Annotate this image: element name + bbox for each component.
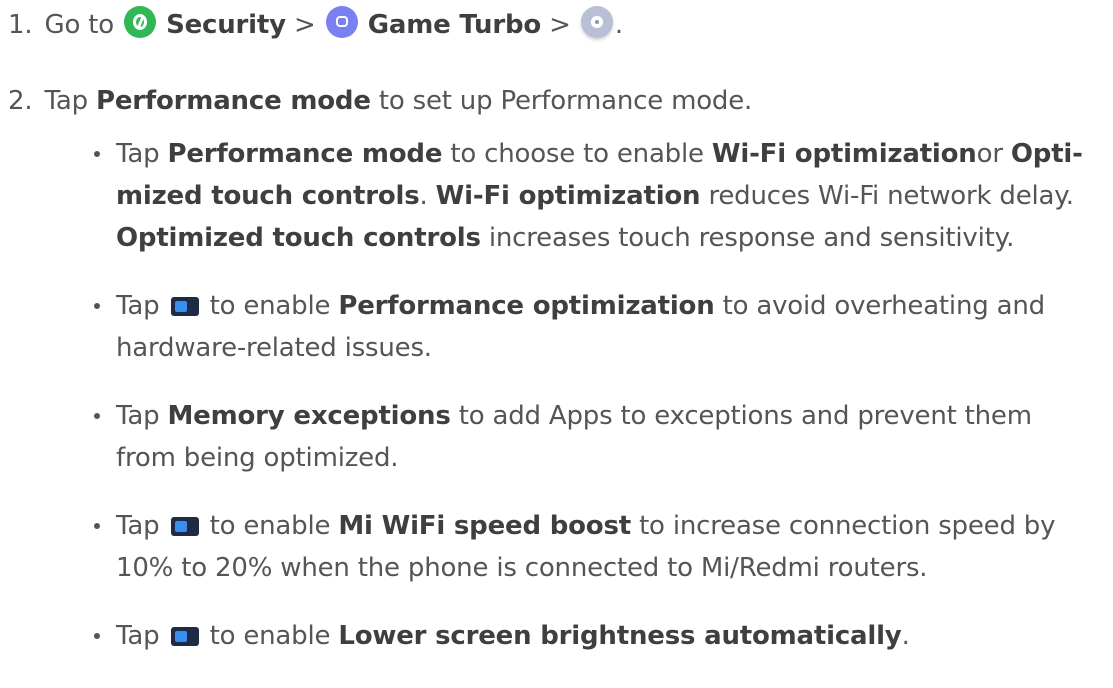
text: . bbox=[419, 181, 428, 211]
text: 10% to 20% when the phone is connected t… bbox=[116, 553, 928, 583]
text: to choose to enable bbox=[450, 139, 704, 169]
game-turbo-app-icon bbox=[325, 6, 358, 38]
performance-mode-label: Performance mode bbox=[167, 139, 443, 169]
list-item: Tap to enable Lower screen brightness au… bbox=[90, 615, 1105, 657]
lower-brightness-label: Lower screen brightness automatically bbox=[338, 621, 902, 651]
text: to add Apps to exceptions and prevent th… bbox=[458, 401, 1032, 431]
toggle-switch-icon bbox=[170, 297, 199, 316]
bullet-dot bbox=[94, 413, 100, 419]
bullet-dot bbox=[94, 303, 100, 309]
list-item: Tap Memory exceptions to add Apps to exc… bbox=[90, 395, 1105, 479]
bullet-dot bbox=[94, 151, 100, 157]
path-separator: > bbox=[549, 10, 571, 40]
text: Tap bbox=[116, 511, 160, 541]
performance-options-list: Tap Performance mode to choose to enable… bbox=[90, 133, 1105, 683]
instructions-page: 1. Go to Security > Game Turbo > . 2. Ta… bbox=[0, 0, 1113, 688]
text: reduces Wi-Fi network delay. bbox=[708, 181, 1074, 211]
optimized-touch-label: mized touch controls bbox=[116, 181, 420, 211]
security-app-icon bbox=[124, 6, 156, 38]
step-text: Tap bbox=[44, 86, 89, 116]
step-number: 1. bbox=[8, 10, 33, 40]
step-text: to set up Performance mode. bbox=[378, 86, 753, 116]
text: to increase connection speed by bbox=[639, 511, 1056, 541]
bullet-dot bbox=[94, 633, 100, 639]
list-item: Tap to enable Performance optimization t… bbox=[90, 285, 1105, 369]
performance-optimization-label: Performance optimization bbox=[338, 291, 715, 321]
step-text: Go to bbox=[44, 10, 115, 40]
step-end: . bbox=[614, 10, 623, 40]
step-number: 2. bbox=[8, 86, 33, 116]
optimized-touch-label: Optimized touch controls bbox=[116, 223, 481, 253]
text: to enable bbox=[209, 511, 331, 541]
wifi-optimization-label: Wi-Fi optimization bbox=[711, 139, 977, 169]
toggle-switch-icon bbox=[170, 627, 199, 646]
step-1: 1. Go to Security > Game Turbo > . bbox=[8, 4, 623, 46]
optimized-touch-label: Opti- bbox=[1010, 139, 1083, 169]
wifi-optimization-label: Wi-Fi optimization bbox=[435, 181, 701, 211]
list-item: Tap to enable Mi WiFi speed boost to inc… bbox=[90, 505, 1105, 589]
settings-gear-icon bbox=[580, 6, 613, 38]
memory-exceptions-label: Memory exceptions bbox=[167, 401, 451, 431]
text: Tap bbox=[116, 621, 160, 651]
text: Tap bbox=[116, 401, 160, 431]
security-label: Security bbox=[166, 10, 286, 40]
text: or bbox=[976, 139, 1003, 169]
bullet-dot bbox=[94, 523, 100, 529]
text: Tap bbox=[116, 139, 160, 169]
mi-wifi-speed-boost-label: Mi WiFi speed boost bbox=[338, 511, 631, 541]
toggle-switch-icon bbox=[170, 517, 199, 536]
text: to avoid overheating and bbox=[722, 291, 1045, 321]
text: increases touch response and sensitivity… bbox=[488, 223, 1015, 253]
text: from being optimized. bbox=[116, 443, 399, 473]
game-turbo-label: Game Turbo bbox=[367, 10, 542, 40]
step-2: 2. Tap Performance mode to set up Perfor… bbox=[8, 80, 752, 122]
text: to enable bbox=[209, 621, 331, 651]
list-item: Tap Performance mode to choose to enable… bbox=[90, 133, 1105, 259]
text: Tap bbox=[116, 291, 160, 321]
path-separator: > bbox=[293, 10, 316, 40]
text: . bbox=[901, 621, 910, 651]
performance-mode-label: Performance mode bbox=[96, 86, 371, 116]
text: to enable bbox=[209, 291, 331, 321]
text: hardware-related issues. bbox=[116, 333, 432, 363]
